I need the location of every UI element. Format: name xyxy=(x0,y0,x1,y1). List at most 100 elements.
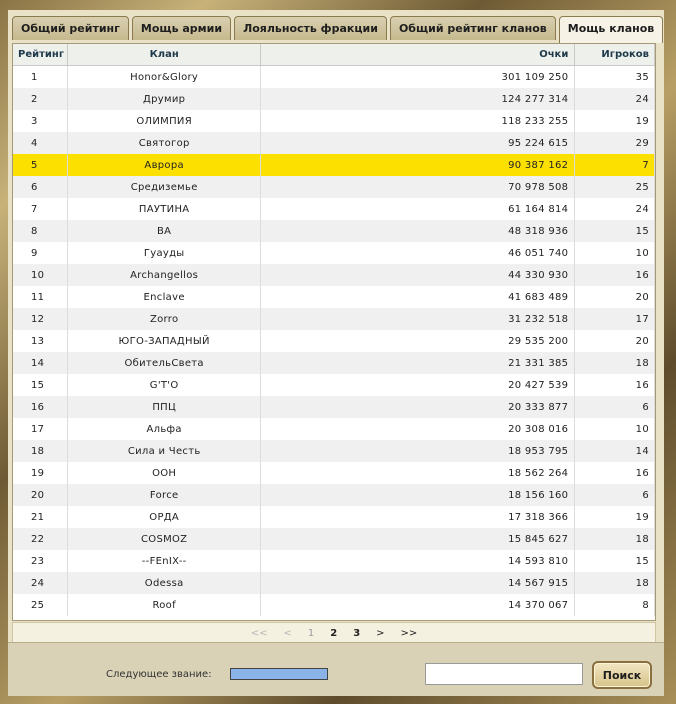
prev-page-link[interactable]: < xyxy=(283,628,291,639)
cell-points: 21 331 385 xyxy=(260,352,576,374)
table-row[interactable]: 3 ОЛИМПИЯ 118 233 255 19 xyxy=(13,110,655,132)
cell-players: 18 xyxy=(574,528,655,550)
table-row[interactable]: 23 --FEnIX-- 14 593 810 15 xyxy=(13,550,655,572)
cell-points: 29 535 200 xyxy=(260,330,576,352)
cell-clan: Средиземье xyxy=(67,176,261,198)
table-row[interactable]: 19 ООН 18 562 264 16 xyxy=(13,462,655,484)
cell-players: 17 xyxy=(574,308,655,330)
table-row[interactable]: 11 Enclave 41 683 489 20 xyxy=(13,286,655,308)
cell-players: 18 xyxy=(574,572,655,594)
header-players[interactable]: Игроков xyxy=(574,44,655,66)
cell-clan: Odessa xyxy=(67,572,261,594)
header-clan[interactable]: Клан xyxy=(67,44,261,66)
footer-bar: Следующее звание: Поиск xyxy=(8,642,664,696)
next-rank-label: Следующее звание: xyxy=(106,669,212,680)
cell-rank: 21 xyxy=(13,506,69,528)
cell-clan: ОРДА xyxy=(67,506,261,528)
cell-rank: 18 xyxy=(13,440,69,462)
table-row[interactable]: 7 ПАУТИНА 61 164 814 24 xyxy=(13,198,655,220)
tab-4[interactable]: Мощь кланов xyxy=(558,16,664,43)
cell-points: 90 387 162 xyxy=(260,154,576,176)
cell-rank: 13 xyxy=(13,330,69,352)
window-frame: Общий рейтинг Мощь армии Лояльность фракци… xyxy=(0,0,676,704)
table-row[interactable]: 6 Средиземье 70 978 508 25 xyxy=(13,176,655,198)
cell-clan: Аврора xyxy=(67,154,261,176)
ratings-panel: Общий рейтинг Мощь армии Лояльность фракци… xyxy=(8,10,664,696)
cell-points: 14 593 810 xyxy=(260,550,576,572)
table-row[interactable]: 14 ОбительСвета 21 331 385 18 xyxy=(13,352,655,374)
cell-rank: 22 xyxy=(13,528,69,550)
cell-clan: ОбительСвета xyxy=(67,352,261,374)
cell-points: 14 567 915 xyxy=(260,572,576,594)
cell-points: 44 330 930 xyxy=(260,264,576,286)
table-row[interactable]: 9 Гуауды 46 051 740 10 xyxy=(13,242,655,264)
next-page-link[interactable]: > xyxy=(376,628,384,639)
clan-power-table: Рейтинг Клан Очки Игроков 1 Honor&Glory 30… xyxy=(13,44,655,616)
cell-rank: 2 xyxy=(13,88,69,110)
cell-clan: Друмир xyxy=(67,88,261,110)
page-link-2[interactable]: 2 xyxy=(330,628,337,639)
cell-clan: Гуауды xyxy=(67,242,261,264)
cell-clan: ЮГО-ЗАПАДНЫЙ xyxy=(67,330,261,352)
cell-rank: 20 xyxy=(13,484,69,506)
cell-rank: 3 xyxy=(13,110,69,132)
cell-players: 20 xyxy=(574,286,655,308)
tab-0[interactable]: Общий рейтинг xyxy=(12,16,129,40)
table-row[interactable]: 15 G'T'O 20 427 539 16 xyxy=(13,374,655,396)
cell-rank: 24 xyxy=(13,572,69,594)
table-row[interactable]: 17 Альфа 20 308 016 10 xyxy=(13,418,655,440)
cell-points: 18 156 160 xyxy=(260,484,576,506)
table-row[interactable]: 18 Сила и Честь 18 953 795 14 xyxy=(13,440,655,462)
cell-clan: Archangellos xyxy=(67,264,261,286)
cell-rank: 14 xyxy=(13,352,69,374)
table-row[interactable]: 8 ВА 48 318 936 15 xyxy=(13,220,655,242)
header-rank[interactable]: Рейтинг xyxy=(13,44,69,66)
tab-3[interactable]: Общий рейтинг кланов xyxy=(389,16,556,40)
table-row[interactable]: 4 Святогор 95 224 615 29 xyxy=(13,132,655,154)
cell-players: 35 xyxy=(574,65,655,88)
cell-players: 15 xyxy=(574,220,655,242)
table-row[interactable]: 1 Honor&Glory 301 109 250 35 xyxy=(13,65,655,88)
cell-players: 14 xyxy=(574,440,655,462)
header-points[interactable]: Очки xyxy=(260,44,576,66)
search-button[interactable]: Поиск xyxy=(592,661,652,689)
cell-players: 18 xyxy=(574,352,655,374)
clan-search-input[interactable] xyxy=(425,663,583,685)
page-link-1[interactable]: 1 xyxy=(308,628,314,639)
table-header-row: Рейтинг Клан Очки Игроков xyxy=(13,44,655,66)
table-row[interactable]: 20 Force 18 156 160 6 xyxy=(13,484,655,506)
cell-players: 16 xyxy=(574,374,655,396)
table-row[interactable]: 25 Roof 14 370 067 8 xyxy=(13,594,655,616)
table-row[interactable]: 21 ОРДА 17 318 366 19 xyxy=(13,506,655,528)
ratings-table-container[interactable]: Рейтинг Клан Очки Игроков 1 Honor&Glory 30… xyxy=(12,43,656,621)
page-link-3[interactable]: 3 xyxy=(353,628,360,639)
cell-players: 20 xyxy=(574,330,655,352)
cell-points: 20 308 016 xyxy=(260,418,576,440)
table-row[interactable]: 5 Аврора 90 387 162 7 xyxy=(13,154,655,176)
table-row[interactable]: 22 COSMOZ 15 845 627 18 xyxy=(13,528,655,550)
cell-points: 20 333 877 xyxy=(260,396,576,418)
cell-rank: 23 xyxy=(13,550,69,572)
cell-points: 18 953 795 xyxy=(260,440,576,462)
cell-clan: G'T'O xyxy=(67,374,261,396)
cell-rank: 19 xyxy=(13,462,69,484)
table-row[interactable]: 10 Archangellos 44 330 930 16 xyxy=(13,264,655,286)
table-row[interactable]: 13 ЮГО-ЗАПАДНЫЙ 29 535 200 20 xyxy=(13,330,655,352)
table-row[interactable]: 2 Друмир 124 277 314 24 xyxy=(13,88,655,110)
first-page-link[interactable]: << xyxy=(251,628,268,639)
cell-rank: 17 xyxy=(13,418,69,440)
table-row[interactable]: 12 Zorro 31 232 518 17 xyxy=(13,308,655,330)
cell-points: 46 051 740 xyxy=(260,242,576,264)
tab-1[interactable]: Мощь армии xyxy=(131,16,232,40)
cell-clan: Святогор xyxy=(67,132,261,154)
table-row[interactable]: 24 Odessa 14 567 915 18 xyxy=(13,572,655,594)
cell-points: 61 164 814 xyxy=(260,198,576,220)
cell-rank: 4 xyxy=(13,132,69,154)
last-page-link[interactable]: >> xyxy=(401,628,418,639)
table-row[interactable]: 16 ППЦ 20 333 877 6 xyxy=(13,396,655,418)
tab-2[interactable]: Лояльность фракции xyxy=(234,16,387,40)
cell-players: 16 xyxy=(574,264,655,286)
cell-points: 41 683 489 xyxy=(260,286,576,308)
cell-clan: COSMOZ xyxy=(67,528,261,550)
cell-players: 19 xyxy=(574,506,655,528)
